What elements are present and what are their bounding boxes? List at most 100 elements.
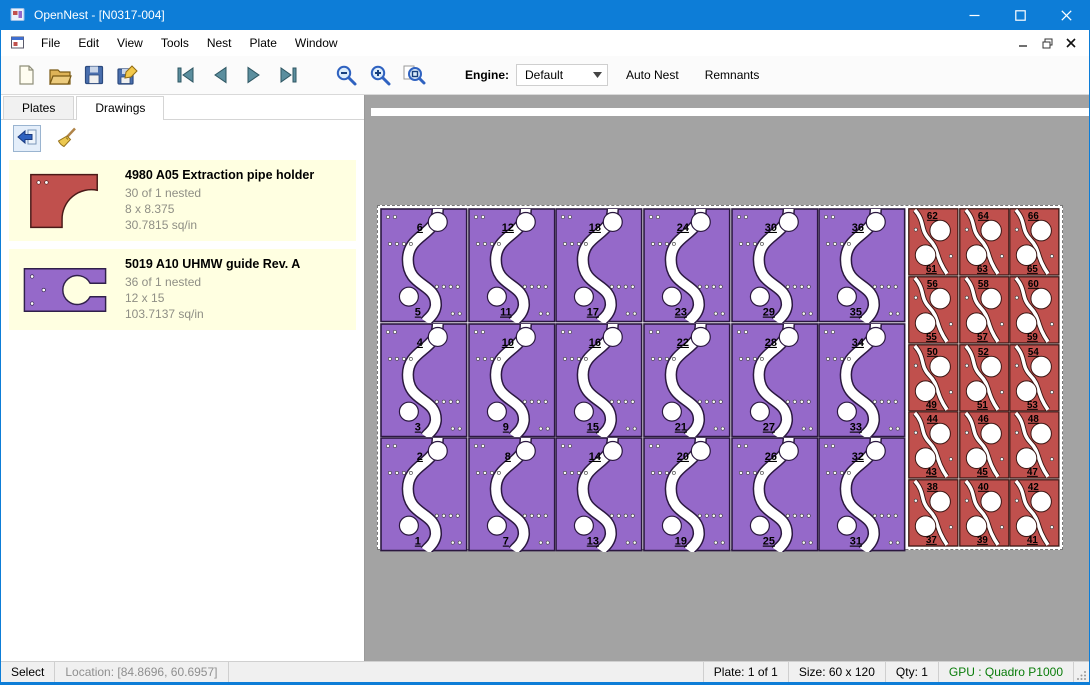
nest-part-pair-purple[interactable]: 65 <box>380 208 468 323</box>
close-button[interactable] <box>1043 0 1089 30</box>
nest-part-pair-purple[interactable]: 22 21 <box>643 323 731 438</box>
svg-text:42: 42 <box>1028 482 1039 493</box>
import-drawing-icon <box>15 127 39 149</box>
nest-part-pair-red[interactable]: 5251 <box>959 344 1010 412</box>
nest-part-pair-red[interactable]: 6261 <box>908 208 959 276</box>
drawing-item-extraction-pipe-holder[interactable]: 4980 A05 Extraction pipe holder 30 of 1 … <box>9 160 356 241</box>
svg-text:23: 23 <box>675 307 687 319</box>
svg-text:3: 3 <box>415 421 421 433</box>
nav-next-button[interactable] <box>237 59 271 91</box>
minimize-button[interactable] <box>951 0 997 30</box>
clear-button[interactable] <box>53 125 81 152</box>
svg-text:27: 27 <box>762 421 774 433</box>
statusbar: Select Location: [84.8696, 60.6957] Plat… <box>1 661 1089 682</box>
svg-text:13: 13 <box>587 536 599 548</box>
nav-last-button[interactable] <box>271 59 305 91</box>
nav-prev-button[interactable] <box>203 59 237 91</box>
tab-plates[interactable]: Plates <box>3 96 74 119</box>
menu-view[interactable]: View <box>108 32 152 54</box>
svg-text:33: 33 <box>850 421 862 433</box>
nest-part-pair-red[interactable]: 6059 <box>1009 276 1060 344</box>
nest-part-pair-purple[interactable]: 109 <box>468 323 556 438</box>
status-plate: Plate: 1 of 1 <box>703 662 788 682</box>
resize-grip[interactable] <box>1073 662 1089 682</box>
mdi-restore-button[interactable] <box>1037 34 1057 52</box>
nav-first-button[interactable] <box>169 59 203 91</box>
drawing-list: 4980 A05 Extraction pipe holder 30 of 1 … <box>1 156 364 661</box>
svg-text:2: 2 <box>417 451 423 463</box>
remnants-button[interactable]: Remnants <box>697 68 768 82</box>
nest-part-pair-red[interactable]: 5049 <box>908 344 959 412</box>
nest-part-pair-red[interactable]: 4645 <box>959 411 1010 479</box>
zoom-in-icon <box>368 63 392 87</box>
menu-window[interactable]: Window <box>286 32 347 54</box>
new-button[interactable] <box>9 59 43 91</box>
nest-part-pair-purple[interactable]: 1211 <box>468 208 556 323</box>
menu-nest[interactable]: Nest <box>198 32 241 54</box>
menu-file[interactable]: File <box>32 32 69 54</box>
nest-part-pair-red[interactable]: 5857 <box>959 276 1010 344</box>
nest-part-pair-red[interactable]: 5655 <box>908 276 959 344</box>
status-gpu: GPU : Quadro P1000 <box>938 662 1073 682</box>
drawing-nested-count: 30 of 1 nested <box>125 185 314 201</box>
clear-broom-icon <box>55 126 79 150</box>
svg-text:4: 4 <box>417 336 424 348</box>
svg-text:49: 49 <box>926 399 937 410</box>
svg-text:58: 58 <box>978 279 989 290</box>
mdi-minimize-button[interactable] <box>1013 34 1033 52</box>
svg-text:55: 55 <box>926 332 937 343</box>
menu-tools[interactable]: Tools <box>152 32 198 54</box>
nest-part-pair-purple[interactable]: 2019 <box>643 437 731 552</box>
nest-part-pair-red[interactable]: 4443 <box>908 411 959 479</box>
nest-part-pair-red[interactable]: 3837 <box>908 479 959 547</box>
drawing-title: 5019 A10 UHMW guide Rev. A <box>125 257 300 271</box>
svg-text:16: 16 <box>589 336 601 348</box>
mdi-close-button[interactable] <box>1061 34 1081 52</box>
nest-part-pair-red[interactable]: 5453 <box>1009 344 1060 412</box>
svg-text:21: 21 <box>675 421 687 433</box>
nest-part-pair-purple[interactable]: 87 <box>468 437 556 552</box>
nest-part-pair-purple[interactable]: 1817 <box>555 208 643 323</box>
open-button[interactable] <box>43 59 77 91</box>
menu-plate[interactable]: Plate <box>241 32 286 54</box>
drawing-thumbnail <box>19 261 111 319</box>
nest-part-pair-red[interactable]: 6665 <box>1009 208 1060 276</box>
red-grid: 6261 6463 6665 5655 5857 <box>908 208 1060 547</box>
nest-canvas[interactable]: 65 1211 1817 2423 30 <box>365 95 1089 661</box>
plate: 65 1211 1817 2423 30 <box>377 205 1063 550</box>
nest-part-pair-purple[interactable]: 3029 <box>731 208 819 323</box>
maximize-button[interactable] <box>997 0 1043 30</box>
nest-part-pair-purple[interactable]: 2827 <box>731 323 819 438</box>
nest-part-pair-purple[interactable]: 2625 <box>731 437 819 552</box>
nest-part-pair-purple[interactable]: 1615 <box>555 323 643 438</box>
nest-part-pair-red[interactable]: 4039 <box>959 479 1010 547</box>
save-as-button[interactable] <box>111 59 145 91</box>
nest-part-pair-purple[interactable]: 1413 <box>555 437 643 552</box>
nest-part-pair-purple[interactable]: 24 23 <box>643 208 731 323</box>
save-button[interactable] <box>77 59 111 91</box>
menu-edit[interactable]: Edit <box>69 32 108 54</box>
svg-text:65: 65 <box>1027 264 1038 275</box>
nest-part-pair-purple[interactable]: 43 <box>380 323 468 438</box>
nest-part-pair-purple[interactable]: 3635 <box>818 208 906 323</box>
zoom-fit-button[interactable] <box>397 59 431 91</box>
nest-part-pair-red[interactable]: 4847 <box>1009 411 1060 479</box>
drawing-item-uhmw-guide[interactable]: 5019 A10 UHMW guide Rev. A 36 of 1 neste… <box>9 249 356 330</box>
nest-part-pair-red[interactable]: 4241 <box>1009 479 1060 547</box>
zoom-in-button[interactable] <box>363 59 397 91</box>
tab-drawings[interactable]: Drawings <box>76 96 164 120</box>
nest-part-pair-purple[interactable]: 3231 <box>818 437 906 552</box>
svg-text:62: 62 <box>927 211 938 222</box>
nest-part-pair-purple[interactable]: 21 <box>380 437 468 552</box>
auto-nest-button[interactable]: Auto Nest <box>618 68 687 82</box>
engine-select[interactable]: Default <box>516 64 608 86</box>
svg-text:22: 22 <box>677 336 689 348</box>
svg-text:24: 24 <box>677 222 690 234</box>
engine-value: Default <box>525 68 593 82</box>
zoom-out-button[interactable] <box>329 59 363 91</box>
import-drawing-button[interactable] <box>13 125 41 152</box>
svg-text:37: 37 <box>926 535 937 546</box>
nest-part-pair-purple[interactable]: 3433 <box>818 323 906 438</box>
drawing-nested-count: 36 of 1 nested <box>125 274 300 290</box>
nest-part-pair-red[interactable]: 6463 <box>959 208 1010 276</box>
